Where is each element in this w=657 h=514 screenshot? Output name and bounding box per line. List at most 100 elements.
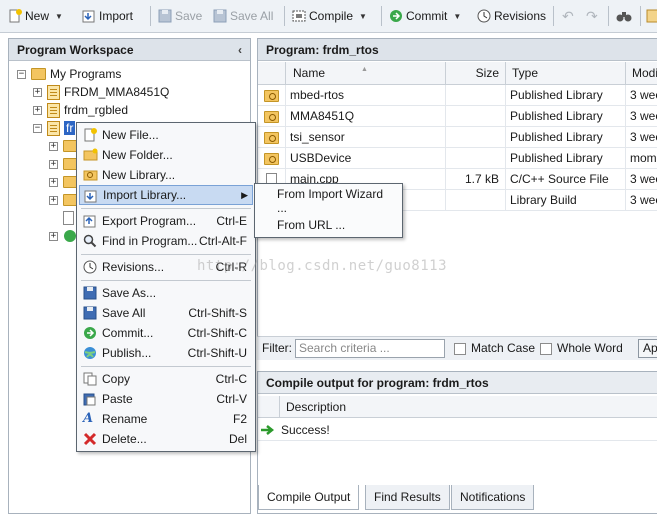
expand-toggle[interactable]: +: [49, 159, 58, 169]
menu-shortcut: Ctrl-V: [216, 392, 247, 406]
redo-button[interactable]: ↷: [586, 6, 600, 26]
tree-label: FRDM_MMA8451Q: [64, 85, 170, 99]
apply-filter-button[interactable]: Ap: [638, 339, 657, 358]
find-button[interactable]: [616, 6, 632, 26]
file-name: MMA8451Q: [286, 106, 446, 127]
expand-toggle[interactable]: +: [49, 231, 58, 241]
table-row[interactable]: USBDevice Published Library mome: [258, 148, 657, 169]
file-type: Published Library: [506, 148, 626, 169]
file-size: 1.7 kB: [446, 169, 506, 190]
menu-shortcut: Ctrl-Shift-C: [187, 326, 247, 340]
delete-icon: [83, 432, 97, 446]
build-icon: [63, 229, 77, 243]
menu-item-copy[interactable]: Copy Ctrl-C: [79, 369, 253, 389]
collapse-panel-button[interactable]: ‹: [238, 39, 242, 61]
submenu-item-from-url[interactable]: From URL ...: [277, 218, 345, 232]
menu-item-find-in-program[interactable]: Find in Program... Ctrl-Alt-F: [79, 231, 253, 251]
output-table-header: Description: [258, 396, 657, 418]
menu-divider: [81, 208, 251, 209]
import-button[interactable]: Import: [82, 6, 133, 26]
column-header-name[interactable]: Name ▲: [286, 62, 446, 85]
name-header-label: Name: [293, 66, 326, 80]
tree-node-selected-program[interactable]: − fr: [33, 119, 76, 137]
menu-item-save-all[interactable]: Save All Ctrl-Shift-S: [79, 303, 253, 323]
undo-icon: ↶: [562, 8, 574, 24]
column-header-modified[interactable]: Modi: [626, 62, 657, 85]
program-icon: [47, 120, 60, 136]
menu-item-new-file[interactable]: New File...: [79, 125, 253, 145]
new-folder-icon: [83, 148, 98, 162]
import-label: Import: [99, 9, 134, 23]
file-modified: 3 wee: [630, 193, 657, 207]
submenu-item-from-import-wizard[interactable]: From Import Wizard: [277, 187, 383, 201]
menu-label: Rename: [102, 412, 148, 426]
tab-compile-output[interactable]: Compile Output: [258, 485, 360, 510]
tree-node-program[interactable]: + FRDM_MMA8451Q: [33, 83, 169, 101]
expand-toggle[interactable]: +: [33, 105, 42, 115]
collapse-toggle[interactable]: −: [33, 123, 42, 133]
workspace-header: Program Workspace ‹: [9, 39, 250, 61]
save-all-button[interactable]: Save All: [213, 6, 273, 26]
menu-item-save-as[interactable]: Save As...: [79, 283, 253, 303]
globe-icon: [83, 346, 97, 360]
match-case-checkbox[interactable]: [454, 343, 466, 355]
tree-node-library[interactable]: +: [49, 191, 78, 209]
output-row[interactable]: Success!: [258, 419, 657, 441]
table-row[interactable]: tsi_sensor Published Library 3 wee: [258, 127, 657, 148]
menu-item-commit[interactable]: Commit... Ctrl-Shift-C: [79, 323, 253, 343]
chevron-down-icon: ▼: [359, 11, 367, 21]
expand-toggle[interactable]: +: [49, 177, 58, 187]
submenu-item-wizard-continued[interactable]: ...: [277, 201, 287, 215]
column-header-type[interactable]: Type: [506, 62, 626, 85]
tab-find-results[interactable]: Find Results: [365, 485, 450, 510]
menu-item-revisions[interactable]: Revisions... Ctrl-R: [79, 257, 253, 277]
table-row[interactable]: mbed-rtos Published Library 3 wee: [258, 85, 657, 106]
menu-item-new-folder[interactable]: New Folder...: [79, 145, 253, 165]
menu-shortcut: Ctrl-Shift-S: [188, 306, 247, 320]
tree-node-file[interactable]: [63, 209, 74, 227]
filter-search-input[interactable]: Search criteria ...: [295, 339, 445, 358]
expand-toggle[interactable]: +: [49, 195, 58, 205]
new-button[interactable]: New ▼: [8, 6, 63, 26]
table-row[interactable]: MMA8451Q Published Library 3 wee: [258, 106, 657, 127]
tree-node-library[interactable]: +: [49, 173, 78, 191]
menu-label: New Library...: [102, 168, 176, 182]
commit-label: Commit: [406, 9, 448, 23]
menu-item-publish[interactable]: Publish... Ctrl-Shift-U: [79, 343, 253, 363]
column-header-size[interactable]: Size: [446, 62, 506, 85]
menu-label: Copy: [102, 372, 131, 386]
commit-button[interactable]: Commit ▼: [389, 6, 461, 26]
import-library-submenu: From Import Wizard ... From URL ...: [254, 183, 403, 238]
menu-item-delete[interactable]: Delete... Del: [79, 429, 253, 449]
overflow-button[interactable]: [646, 6, 657, 26]
whole-word-checkbox[interactable]: [540, 343, 552, 355]
menu-item-new-library[interactable]: New Library...: [79, 165, 253, 185]
toolbar-divider: [150, 6, 151, 26]
collapse-toggle[interactable]: −: [17, 69, 26, 79]
tree-node-build[interactable]: +: [49, 227, 77, 245]
menu-shortcut: Ctrl-E: [216, 214, 247, 228]
tree-node-library[interactable]: +: [49, 155, 78, 173]
menu-label: New Folder...: [102, 148, 173, 162]
menu-item-import-library[interactable]: Import Library... ▶: [79, 185, 253, 205]
tree-node-library[interactable]: +: [49, 137, 78, 155]
expand-toggle[interactable]: +: [49, 141, 58, 151]
compile-output-title: Compile output for program: frdm_rtos: [266, 376, 489, 390]
file-type: Published Library: [506, 127, 626, 148]
menu-item-export-program[interactable]: Export Program... Ctrl-E: [79, 211, 253, 231]
menu-item-rename[interactable]: A Rename F2: [79, 409, 253, 429]
menu-item-paste[interactable]: Paste Ctrl-V: [79, 389, 253, 409]
save-icon: [158, 9, 172, 23]
file-type: C/C++ Source File: [506, 169, 626, 190]
revisions-button[interactable]: Revisions: [477, 6, 546, 26]
file-modified: 3 wee: [630, 130, 657, 144]
save-button[interactable]: Save: [158, 6, 202, 26]
expand-toggle[interactable]: +: [33, 87, 42, 97]
tab-notifications[interactable]: Notifications: [451, 485, 535, 510]
compile-button[interactable]: Compile ▼: [292, 6, 367, 26]
menu-divider: [81, 280, 251, 281]
undo-button[interactable]: ↶: [562, 6, 576, 26]
tree-node-my-programs[interactable]: − My Programs: [17, 65, 121, 83]
tree-node-program[interactable]: + frdm_rgbled: [33, 101, 128, 119]
save-as-icon: [83, 286, 97, 300]
